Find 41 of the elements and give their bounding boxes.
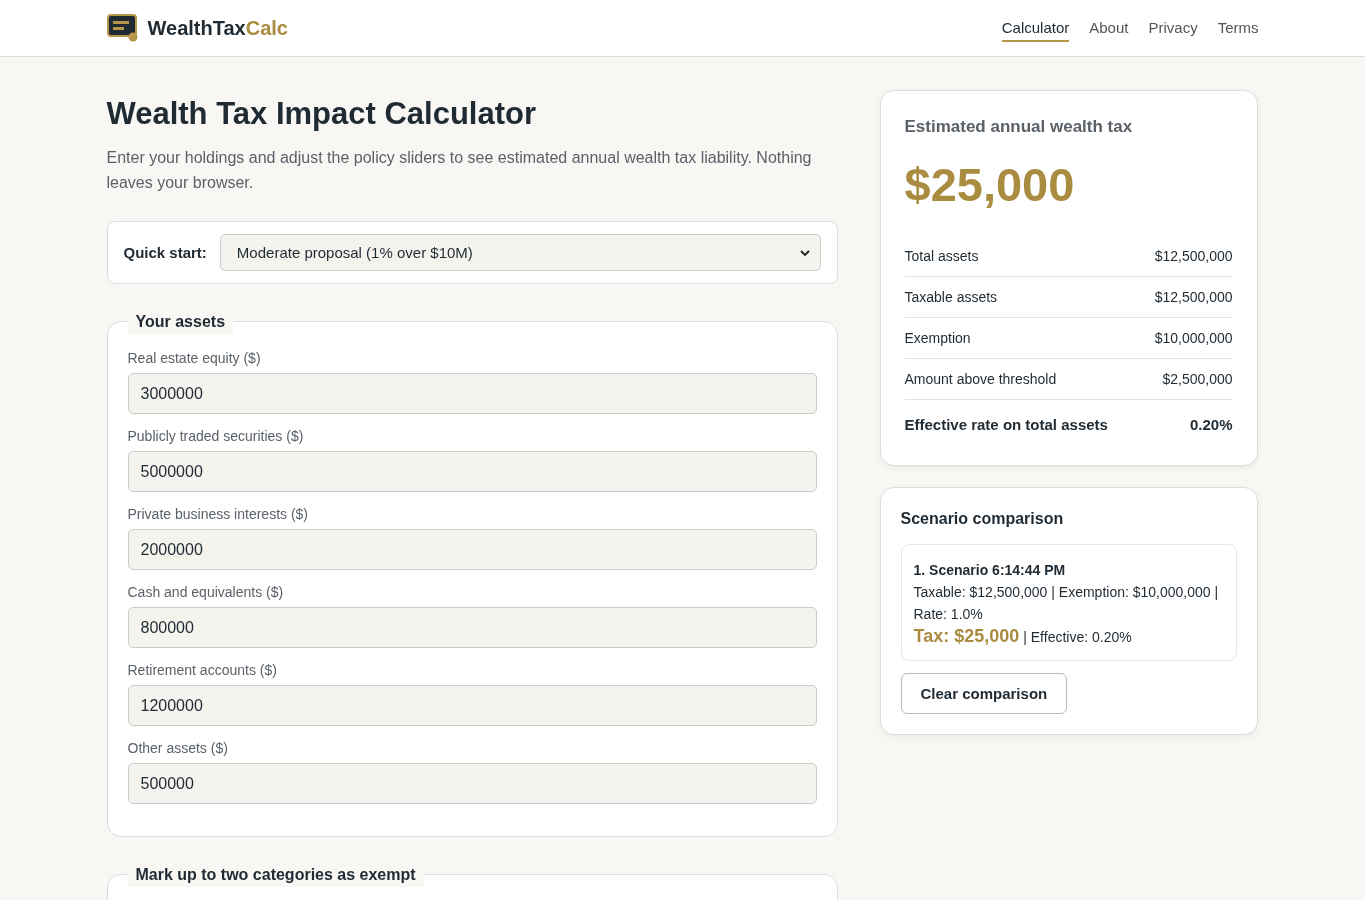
preset-select[interactable]: Moderate proposal (1% over $10M) xyxy=(219,234,821,271)
tax-amount: $25,000 xyxy=(904,157,1076,212)
input-field[interactable]: 800000 xyxy=(127,607,817,648)
input-field[interactable]: 5000000 xyxy=(127,451,817,492)
scenario-title: 1. Scenario 6:14:44 PM xyxy=(913,561,1067,580)
field-label: Retirement accounts ($) xyxy=(127,662,278,678)
scenario-tax: Tax: $25,000 xyxy=(913,625,1020,647)
comparison-heading: Scenario comparison xyxy=(900,510,1065,528)
clear-comparison-button[interactable]: Clear comparison xyxy=(900,673,1068,714)
field-label: Real estate equity ($) xyxy=(127,350,262,366)
field-label: Other assets ($) xyxy=(127,740,229,756)
summary-value: 0.20% xyxy=(1189,416,1233,433)
summary-value: $2,500,000 xyxy=(1162,371,1233,387)
brand-name[interactable]: WealthTaxCalc xyxy=(147,16,288,40)
page-title: Wealth Tax Impact Calculator xyxy=(106,96,538,132)
input-field[interactable]: 2000000 xyxy=(127,529,817,570)
result-heading: Estimated annual wealth tax xyxy=(904,117,1134,137)
summary-value: $12,500,000 xyxy=(1154,248,1233,264)
summary-value: $12,500,000 xyxy=(1154,289,1233,305)
quick-start-label: Quick start: xyxy=(123,244,207,261)
summary-value: $10,000,000 xyxy=(1154,330,1233,346)
summary-label: Amount above threshold xyxy=(904,371,1057,387)
scenario-effective: | Effective: 0.20% xyxy=(1023,628,1132,647)
summary-label: Exemption xyxy=(904,330,971,346)
nav-link[interactable]: Terms xyxy=(1217,14,1259,42)
scenario-details: Taxable: $12,500,000 | Exemption: $10,000,000 | Rate: 1.0% xyxy=(913,583,1220,624)
summary-label: Total assets xyxy=(904,248,979,264)
intro-text: Enter your holdings and adjust the policy sliders to see estimated annual wealth tax liability. Nothing leaves your browser. xyxy=(106,148,813,193)
nav-link[interactable]: About xyxy=(1089,14,1129,42)
summary-label: Effective rate on total assets xyxy=(904,416,1108,433)
field-label: Private business interests ($) xyxy=(127,506,310,522)
nav-link[interactable]: Privacy xyxy=(1148,14,1198,42)
input-field[interactable]: 3000000 xyxy=(127,373,817,414)
field-label: Publicly traded securities ($) xyxy=(127,428,305,444)
chevron-icon xyxy=(799,249,810,256)
input-field[interactable]: 500000 xyxy=(127,763,817,804)
field-label: Cash and equivalents ($) xyxy=(127,584,285,600)
logo-icon xyxy=(106,14,139,42)
nav-link[interactable]: Calculator xyxy=(1001,14,1070,42)
input-field[interactable]: 1200000 xyxy=(127,685,817,726)
summary-label: Taxable assets xyxy=(904,289,998,305)
